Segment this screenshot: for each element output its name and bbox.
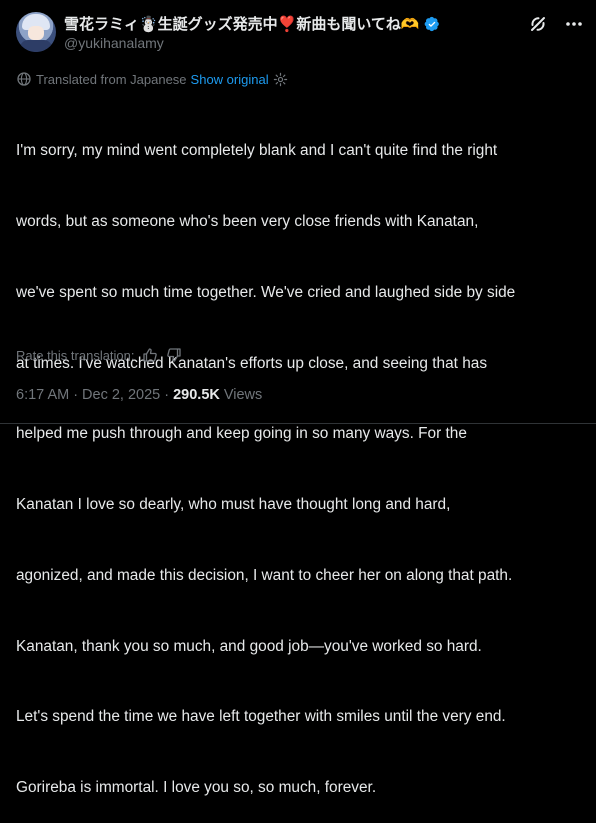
- rate-translation-row: Rate this translation:: [16, 346, 183, 364]
- views-count: 290.5K: [173, 387, 220, 403]
- tweet-line: we've spent so much time together. We've…: [16, 283, 516, 301]
- translation-label: Translated from Japanese: [36, 71, 187, 87]
- tweet-line: Let's spend the time we have left togeth…: [16, 708, 506, 726]
- tweet-meta: 6:17 AM · Dec 2, 2025 · 290.5K Views: [16, 387, 262, 403]
- author-handle[interactable]: @yukihanalamy: [64, 35, 164, 51]
- thumbs-down-icon[interactable]: [165, 346, 183, 364]
- translation-bar: Translated from Japanese Show original: [16, 71, 288, 87]
- tweet-date[interactable]: Dec 2, 2025: [82, 387, 160, 403]
- avatar[interactable]: [16, 12, 56, 52]
- views-label: Views: [223, 387, 263, 403]
- tweet-text: I'm sorry, my mind went completely blank…: [16, 92, 586, 823]
- tweet-line: words, but as someone who's been very cl…: [16, 212, 479, 230]
- meta-separator: ·: [73, 387, 79, 403]
- grok-icon[interactable]: [528, 14, 548, 34]
- show-original-link[interactable]: Show original: [191, 72, 269, 87]
- tweet-line: Kanatan, thank you so much, and good job…: [16, 637, 482, 655]
- verified-badge-icon: [424, 16, 439, 31]
- author-display-name[interactable]: 雪花ラミィ☃️生誕グッズ発売中❣️新曲も聞いてね🫶: [64, 13, 420, 34]
- tweet-line: I'm sorry, my mind went completely blank…: [16, 142, 498, 160]
- rate-label: Rate this translation:: [16, 347, 135, 363]
- tweet-line: Kanatan I love so dearly, who must have …: [16, 496, 451, 514]
- tweet-line: Gorireba is immortal. I love you so, so …: [16, 779, 377, 797]
- tweet-line: helped me push through and keep going in…: [16, 425, 467, 443]
- author-name-row[interactable]: 雪花ラミィ☃️生誕グッズ発売中❣️新曲も聞いてね🫶: [64, 13, 440, 34]
- thumbs-up-icon[interactable]: [141, 346, 159, 364]
- tweet-header: 雪花ラミィ☃️生誕グッズ発売中❣️新曲も聞いてね🫶 @yukihanalamy: [16, 12, 584, 56]
- gear-icon[interactable]: [273, 72, 288, 87]
- meta-separator: ·: [164, 387, 170, 403]
- tweet-time[interactable]: 6:17 AM: [16, 387, 69, 403]
- tweet-line: agonized, and made this decision, I want…: [16, 566, 513, 584]
- globe-icon: [17, 72, 31, 86]
- more-icon[interactable]: [564, 14, 584, 34]
